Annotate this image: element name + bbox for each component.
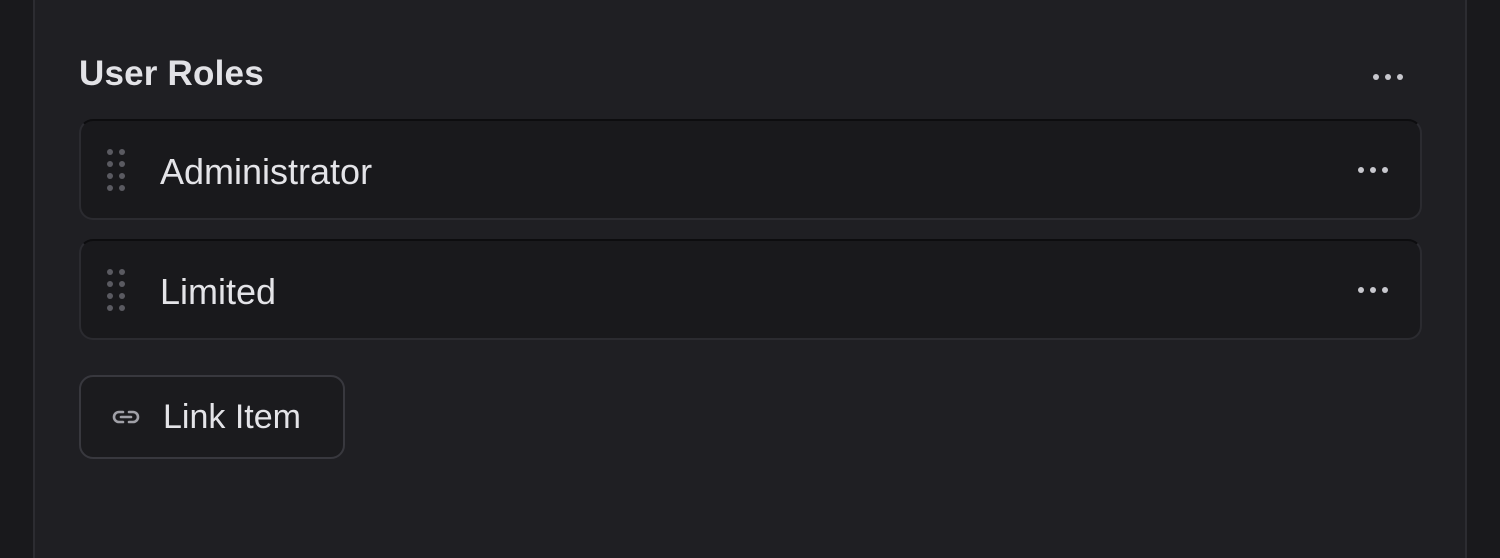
link-item-label: Link Item (163, 397, 301, 436)
link-item-button[interactable]: Link Item (79, 375, 345, 459)
role-label: Limited (160, 271, 277, 312)
role-label: Administrator (160, 151, 373, 192)
more-horizontal-icon (1358, 167, 1364, 173)
section-title: User Roles (79, 54, 264, 93)
section-more-button[interactable] (1366, 62, 1410, 92)
drag-handle-icon[interactable] (107, 149, 125, 191)
more-horizontal-icon (1373, 74, 1379, 80)
drag-handle-icon[interactable] (107, 269, 125, 311)
list-item[interactable]: Limited (79, 239, 1422, 340)
list-item[interactable]: Administrator (79, 119, 1422, 220)
item-more-button[interactable] (1351, 155, 1395, 185)
item-more-button[interactable] (1351, 275, 1395, 305)
more-horizontal-icon (1358, 287, 1364, 293)
link-icon (112, 410, 140, 424)
